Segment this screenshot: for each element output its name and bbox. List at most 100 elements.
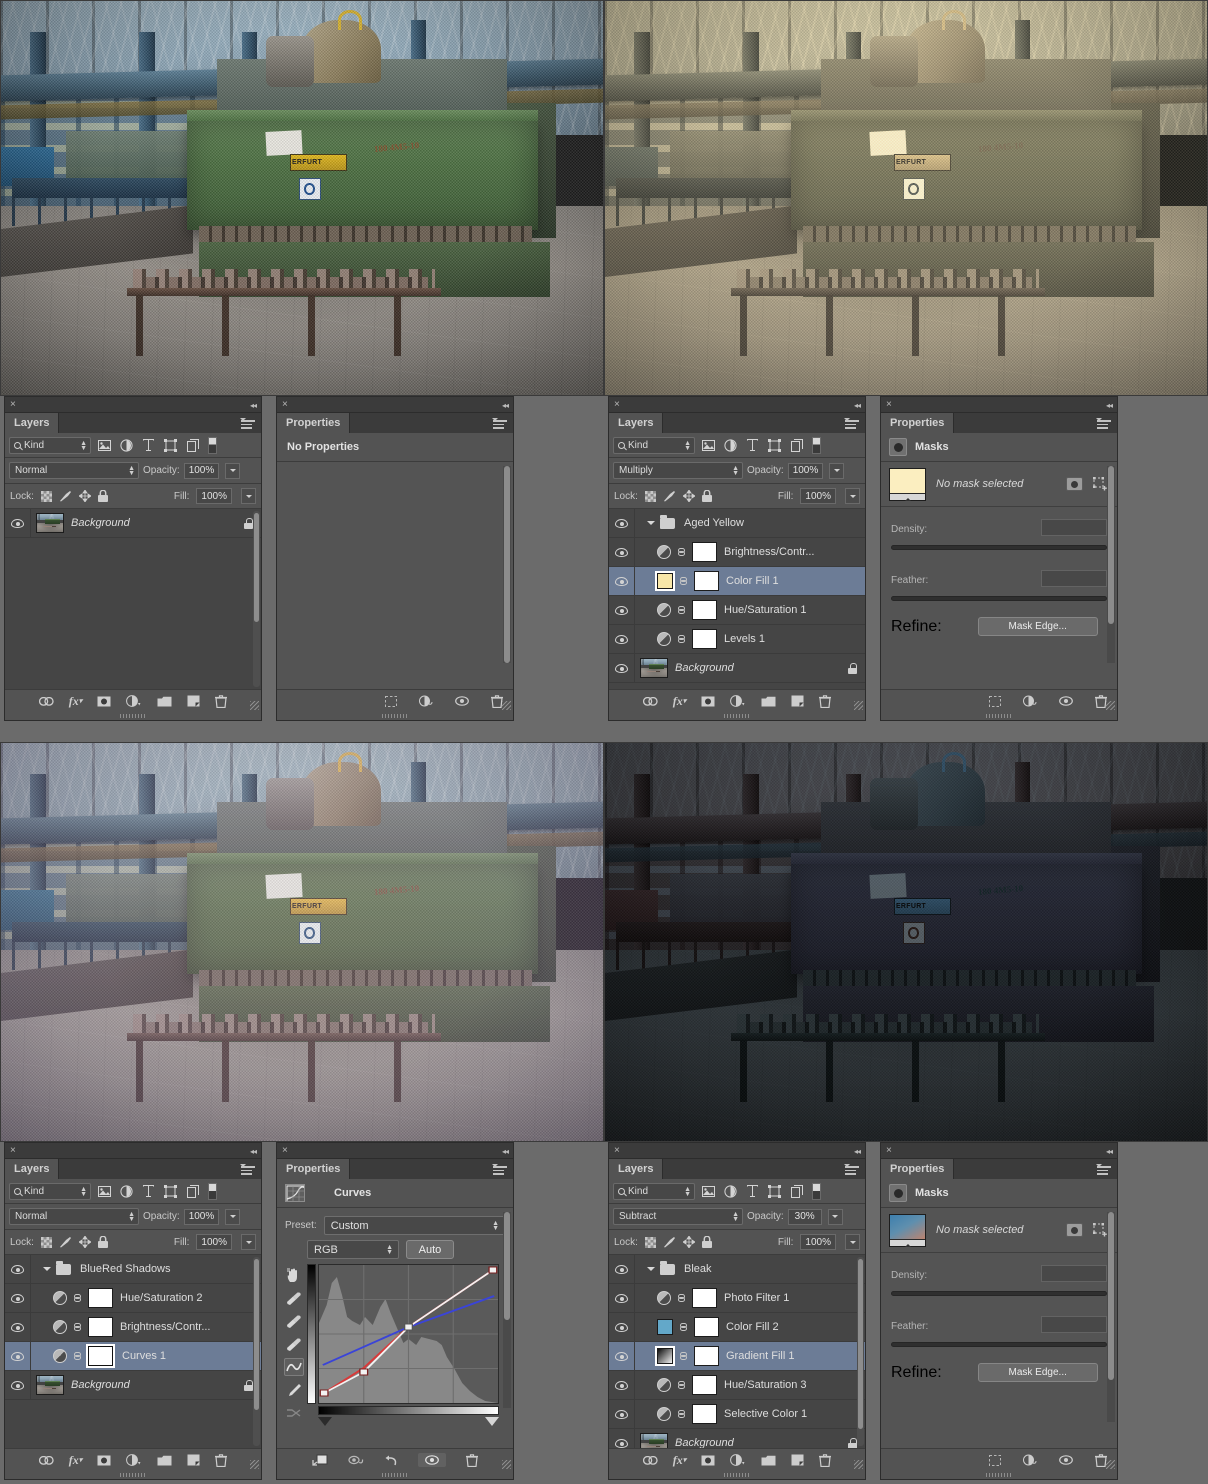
pixel-layers-filter-icon[interactable] xyxy=(700,437,717,454)
curve-point-tool-icon[interactable] xyxy=(284,1358,304,1376)
smart-object-filter-icon[interactable] xyxy=(788,437,805,454)
mask-thumbnail[interactable] xyxy=(889,468,926,501)
table-row[interactable]: Background xyxy=(5,509,261,538)
fill-layer-swatch[interactable] xyxy=(657,1319,673,1335)
opacity-value[interactable]: 100% xyxy=(788,463,824,479)
add-pixel-mask-button[interactable] xyxy=(1066,1223,1083,1237)
new-group-icon[interactable] xyxy=(761,1455,776,1466)
link-mask-icon[interactable] xyxy=(679,1320,688,1334)
hand-tool-icon[interactable] xyxy=(284,1266,304,1284)
smart-object-filter-icon[interactable] xyxy=(788,1183,805,1200)
link-mask-icon[interactable] xyxy=(677,1378,686,1392)
collapse-icon[interactable]: ◂◂ xyxy=(1106,401,1112,410)
black-point-handle[interactable] xyxy=(318,1417,332,1426)
opacity-value[interactable]: 30% xyxy=(788,1209,822,1225)
lock-all-icon[interactable] xyxy=(98,490,108,502)
opacity-value[interactable]: 100% xyxy=(184,463,220,479)
lock-all-icon[interactable] xyxy=(98,1236,108,1248)
properties-scrollbar[interactable] xyxy=(1107,1212,1115,1422)
close-icon[interactable]: × xyxy=(10,400,19,409)
kind-filter-select[interactable]: Kind ▲▼ xyxy=(613,1183,695,1200)
lock-position-icon[interactable] xyxy=(683,1236,695,1248)
delete-icon[interactable] xyxy=(466,1454,478,1467)
toggle-visibility-icon[interactable] xyxy=(455,696,469,706)
panel-menu-icon[interactable] xyxy=(1097,418,1111,428)
shape-layers-filter-icon[interactable] xyxy=(162,1183,179,1200)
layer-mask-thumbnail[interactable] xyxy=(692,542,717,562)
new-layer-icon[interactable] xyxy=(187,695,200,707)
layer-visibility-toggle[interactable] xyxy=(609,1313,635,1341)
smart-object-filter-icon[interactable] xyxy=(184,1183,201,1200)
panel-drag-handle[interactable] xyxy=(5,1471,261,1479)
blend-mode-select[interactable]: Subtract ▲▼ xyxy=(613,1208,743,1225)
filter-toggle-switch[interactable] xyxy=(812,1183,821,1200)
fill-value[interactable]: 100% xyxy=(196,488,232,504)
link-mask-icon[interactable] xyxy=(73,1320,82,1334)
load-selection-icon[interactable] xyxy=(989,1455,1001,1466)
resize-grip[interactable] xyxy=(502,1460,511,1469)
new-group-icon[interactable] xyxy=(157,1455,172,1466)
load-selection-icon[interactable] xyxy=(989,696,1001,707)
lock-transparent-pixels-icon[interactable] xyxy=(41,1237,52,1248)
link-mask-icon[interactable] xyxy=(677,1407,686,1421)
collapse-icon[interactable]: ◂◂ xyxy=(250,1147,256,1156)
masks-icon[interactable] xyxy=(311,1185,328,1202)
layer-visibility-toggle[interactable] xyxy=(609,1255,635,1283)
lock-position-icon[interactable] xyxy=(79,1236,91,1248)
panel-drag-handle[interactable] xyxy=(5,712,261,720)
lock-position-icon[interactable] xyxy=(79,490,91,502)
table-row[interactable]: Levels 1 xyxy=(609,625,865,654)
panel-drag-handle[interactable] xyxy=(881,712,1117,720)
properties-scrollbar[interactable] xyxy=(503,1212,511,1408)
panel-drag-handle[interactable] xyxy=(609,1471,865,1479)
new-group-icon[interactable] xyxy=(157,696,172,707)
table-row[interactable]: Brightness/Contr... xyxy=(609,538,865,567)
reset-icon[interactable] xyxy=(384,1454,398,1467)
resize-grip[interactable] xyxy=(854,1460,863,1469)
tab-layers[interactable]: Layers xyxy=(609,1159,663,1179)
group-expand-icon[interactable] xyxy=(647,1267,655,1275)
opacity-dropdown-icon[interactable] xyxy=(829,463,844,479)
link-mask-icon[interactable] xyxy=(679,1349,688,1363)
link-mask-icon[interactable] xyxy=(679,574,688,588)
density-input[interactable] xyxy=(1041,519,1107,536)
pencil-tool-icon[interactable] xyxy=(284,1381,304,1399)
filter-toggle-switch[interactable] xyxy=(208,1183,217,1200)
fx-icon[interactable]: fx▾ xyxy=(673,1453,687,1468)
fill-value[interactable]: 100% xyxy=(800,1234,836,1250)
blend-mode-select[interactable]: Normal ▲▼ xyxy=(9,462,139,479)
close-icon[interactable]: × xyxy=(886,1146,895,1155)
adjustment-layers-filter-icon[interactable] xyxy=(118,1183,135,1200)
link-icon[interactable] xyxy=(643,1456,658,1465)
type-layers-filter-icon[interactable] xyxy=(744,437,761,454)
lock-all-icon[interactable] xyxy=(702,1236,712,1248)
curves-black-white-handles[interactable] xyxy=(318,1417,499,1428)
white-point-handle[interactable] xyxy=(485,1417,499,1426)
black-point-eyedropper-icon[interactable] xyxy=(284,1289,304,1307)
pixel-layers-filter-icon[interactable] xyxy=(96,1183,113,1200)
adjustment-icon[interactable] xyxy=(126,1454,142,1466)
layer-visibility-toggle[interactable] xyxy=(609,596,635,624)
layers-scrollbar[interactable] xyxy=(857,1257,864,1446)
gradient-fill-swatch[interactable] xyxy=(657,1348,673,1364)
layer-mask-thumbnail[interactable] xyxy=(692,1404,717,1424)
mask-thumbnail[interactable] xyxy=(889,1214,926,1247)
smooth-curve-icon[interactable] xyxy=(284,1404,304,1422)
layer-visibility-toggle[interactable] xyxy=(609,1342,635,1370)
table-row[interactable]: Background xyxy=(609,1429,865,1448)
properties-scrollbar[interactable] xyxy=(1107,466,1115,663)
load-selection-icon[interactable] xyxy=(385,696,397,707)
panel-drag-handle[interactable] xyxy=(277,1471,513,1479)
layer-visibility-toggle[interactable] xyxy=(609,1400,635,1428)
toggle-visibility-icon[interactable] xyxy=(1059,696,1073,706)
apply-mask-icon[interactable] xyxy=(1023,1454,1037,1466)
fill-dropdown-icon[interactable] xyxy=(241,1234,256,1250)
close-icon[interactable]: × xyxy=(282,400,291,409)
clip-to-layer-icon[interactable] xyxy=(312,1454,328,1466)
layer-visibility-toggle[interactable] xyxy=(5,1255,31,1283)
fill-value[interactable]: 100% xyxy=(196,1234,232,1250)
collapse-icon[interactable]: ◂◂ xyxy=(854,401,860,410)
shape-layers-filter-icon[interactable] xyxy=(766,1183,783,1200)
add-mask-icon[interactable] xyxy=(701,696,715,707)
layer-mask-thumbnail[interactable] xyxy=(692,1375,717,1395)
